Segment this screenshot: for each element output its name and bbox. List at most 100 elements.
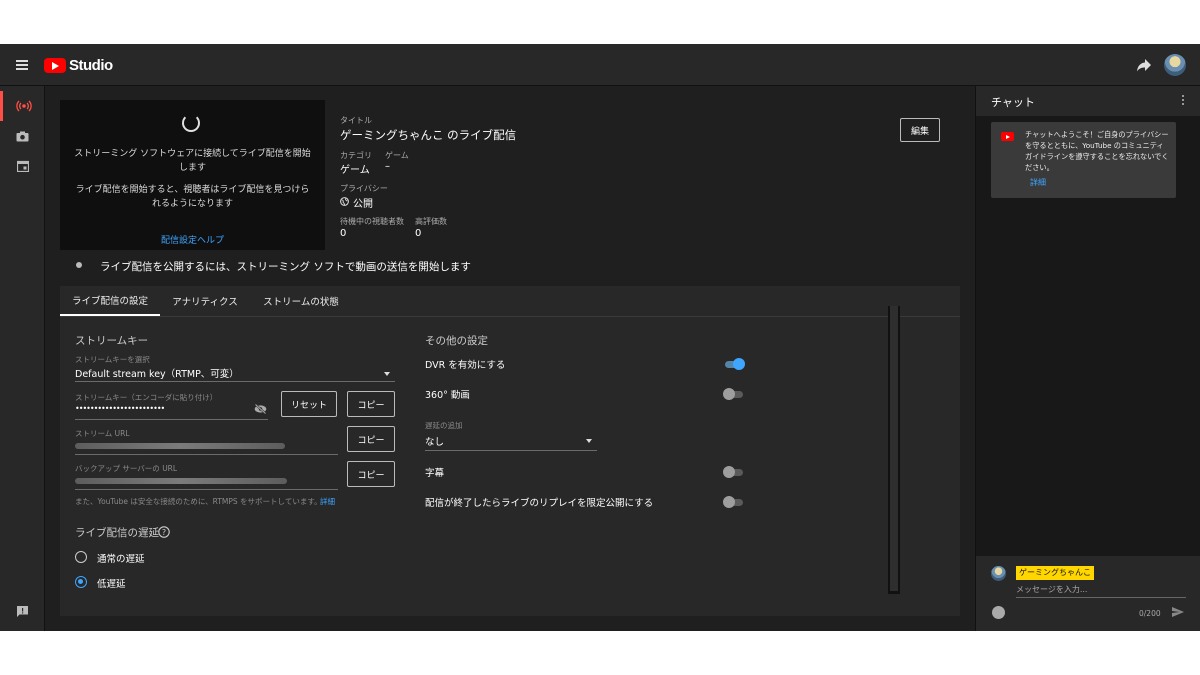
chat-input-underline: [1016, 597, 1186, 598]
chat-message-input[interactable]: メッセージを入力...: [1016, 584, 1186, 595]
unlisted-replay-label: 配信が終了したらライブのリプレイを限定公開にする: [425, 498, 654, 509]
account-avatar[interactable]: [1164, 54, 1186, 76]
delay-caret-icon: [586, 439, 592, 443]
privacy-value: 公開: [353, 199, 373, 210]
dvr-label: DVR を有効にする: [425, 360, 506, 371]
chat-header: チャット: [976, 86, 1200, 116]
likes-label: 高評価数: [415, 217, 447, 226]
stream-key-field[interactable]: ••••••••••••••••••••••••: [75, 404, 165, 413]
tab-analytics[interactable]: アナリティクス: [164, 286, 246, 316]
tabs-divider: [60, 316, 960, 317]
top-bar: Studio: [0, 44, 1200, 86]
settings-scrollbar[interactable]: [888, 306, 900, 594]
rail-manage[interactable]: [0, 151, 45, 181]
status-bar: ライブ配信を公開するには、ストリーミング ソフトで動画の送信を開始します: [60, 250, 960, 280]
stream-info: タイトル ゲーミングちゃんこ のライブ配信 カテゴリ ゲーム ゲーム – プライ…: [325, 100, 960, 250]
edit-button[interactable]: 編集: [900, 118, 940, 142]
live-broadcast-icon: [16, 100, 32, 112]
share-icon[interactable]: [1136, 58, 1152, 72]
chat-avatar: [991, 566, 1006, 581]
preview-submessage: ライブ配信を開始すると、視聴者はライブ配信を見つけられるようになります: [75, 185, 310, 209]
category-value: ゲーム: [340, 165, 370, 176]
360-toggle[interactable]: [723, 388, 745, 400]
preview-message: ストリーミング ソフトウェアに接続してライブ配信を開始します: [74, 149, 311, 173]
captions-label: 字幕: [425, 468, 445, 479]
stream-url-field[interactable]: [75, 443, 285, 449]
help-link[interactable]: 配信設定ヘルプ: [60, 233, 325, 246]
welcome-message: チャットへようこそ！ご自身のプライバシーを守るとともに、YouTube のコミュ…: [1025, 130, 1169, 172]
game-label: ゲーム: [385, 151, 409, 160]
rail-feedback[interactable]: [0, 596, 45, 626]
tab-stream-health[interactable]: ストリームの状態: [256, 286, 346, 316]
logo-text: Studio: [69, 57, 113, 74]
calendar-icon: [16, 160, 29, 172]
select-underline: [75, 381, 395, 382]
chat-welcome-card: チャットへようこそ！ご自身のプライバシーを守るとともに、YouTube のコミュ…: [991, 122, 1176, 198]
visibility-off-icon[interactable]: [254, 404, 267, 414]
chat-input-area: ゲーミングちゃんこ メッセージを入力... 0/200: [976, 556, 1200, 631]
rail-webcam[interactable]: [0, 121, 45, 151]
emoji-icon[interactable]: [992, 606, 1005, 619]
captions-toggle[interactable]: [723, 466, 745, 478]
stream-title: ゲーミングちゃんこ のライブ配信: [340, 128, 517, 142]
youtube-logo-icon: [1001, 132, 1014, 141]
backup-url-field[interactable]: [75, 478, 287, 484]
chat-username: ゲーミングちゃんこ: [1016, 566, 1094, 580]
copy-url-button[interactable]: コピー: [347, 426, 395, 452]
tab-stream-settings[interactable]: ライブ配信の設定: [60, 286, 160, 316]
loading-spinner-icon: [182, 114, 200, 132]
waiting-viewers-label: 待機中の視聴者数: [340, 217, 404, 226]
char-counter: 0/200: [1139, 609, 1161, 618]
stream-key-select[interactable]: Default stream key（RTMP、可変）: [75, 366, 239, 380]
latency-normal-radio[interactable]: [75, 551, 87, 563]
game-value: –: [385, 161, 390, 172]
key-field-label: ストリームキー（エンコーダに貼り付け）: [75, 393, 218, 402]
studio-logo[interactable]: Studio: [44, 57, 113, 74]
latency-low-radio[interactable]: [75, 576, 87, 588]
url-underline: [75, 454, 338, 455]
stream-preview: ストリーミング ソフトウェアに接続してライブ配信を開始します ライブ配信を開始す…: [60, 100, 325, 250]
privacy-label: プライバシー: [340, 184, 388, 193]
main-content: ストリーミング ソフトウェアに接続してライブ配信を開始します ライブ配信を開始す…: [60, 100, 960, 620]
url-label: ストリーム URL: [75, 429, 130, 438]
delay-underline: [425, 450, 597, 451]
chat-title: チャット: [991, 96, 1035, 109]
title-label: タイトル: [340, 116, 372, 125]
svg-text:?: ?: [162, 528, 166, 537]
welcome-learn-more-link[interactable]: 詳細: [1030, 177, 1046, 188]
latency-low-label: 低遅延: [97, 579, 126, 590]
studio-app: Studio ストリーミング ソフトウェアに接続してライブ配信を開始します ライ…: [0, 44, 1200, 631]
dropdown-caret-icon: [384, 372, 390, 376]
likes-value: 0: [415, 228, 422, 239]
waiting-viewers-value: 0: [340, 228, 347, 239]
key-underline: [75, 419, 268, 420]
copy-key-button[interactable]: コピー: [347, 391, 395, 417]
copy-backup-button[interactable]: コピー: [347, 461, 395, 487]
settings-panel: ライブ配信の設定 アナリティクス ストリームの状態 ストリームキー ストリームキ…: [60, 286, 960, 616]
rtmps-learn-more-link[interactable]: 詳細: [320, 496, 335, 507]
camera-icon: [16, 131, 29, 141]
select-key-label: ストリームキーを選択: [75, 355, 150, 364]
globe-icon: [340, 197, 349, 206]
chat-panel: チャット チャットへようこそ！ご自身のプライバシーを守るとともに、YouTube…: [975, 86, 1200, 631]
more-options-icon[interactable]: [1181, 95, 1185, 109]
other-settings-heading: その他の設定: [425, 335, 488, 347]
youtube-logo-icon: [44, 58, 66, 73]
stream-key-heading: ストリームキー: [75, 335, 149, 347]
help-circle-icon[interactable]: ?: [158, 526, 170, 538]
360-label: 360° 動画: [425, 390, 470, 401]
delay-label: 遅延の追加: [425, 421, 463, 430]
latency-normal-label: 通常の遅延: [97, 554, 145, 565]
category-label: カテゴリ: [340, 151, 372, 160]
hamburger-menu-icon[interactable]: [16, 60, 28, 70]
send-icon[interactable]: [1171, 606, 1185, 618]
dvr-toggle[interactable]: [723, 358, 745, 370]
backup-url-label: バックアップ サーバーの URL: [75, 464, 178, 473]
rtmps-note: また、YouTube は安全な接続のために、RTMPS をサポートしています。: [75, 497, 322, 506]
unlisted-replay-toggle[interactable]: [723, 496, 745, 508]
status-dot-icon: [76, 262, 82, 268]
reset-button[interactable]: リセット: [281, 391, 337, 417]
delay-select[interactable]: なし: [425, 434, 444, 448]
left-rail: [0, 86, 45, 631]
rail-live-stream[interactable]: [0, 91, 45, 121]
